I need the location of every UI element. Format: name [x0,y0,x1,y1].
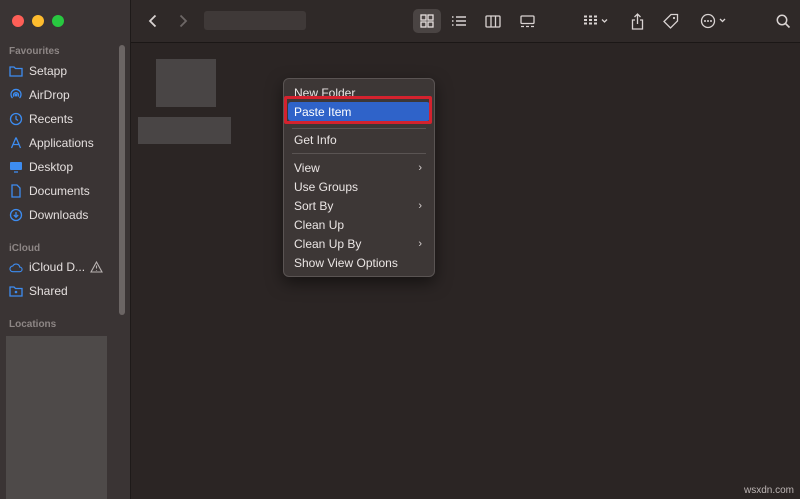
folder-icon [9,64,23,78]
back-button[interactable] [143,9,163,33]
forward-button[interactable] [173,9,193,33]
zoom-window-button[interactable] [52,15,64,27]
sidebar-item-airdrop[interactable]: AirDrop [9,84,70,106]
group-by-button[interactable] [579,9,613,33]
shared-folder-icon [9,284,23,298]
window-title-redacted [204,11,306,30]
sidebar: Favourites Setapp AirDrop Recents Applic… [0,0,131,499]
sidebar-item-documents[interactable]: Documents [9,180,90,202]
chevron-right-icon: › [418,237,422,250]
sidebar-item-label: Documents [29,184,90,198]
share-icon [631,12,643,30]
section-label-icloud: iCloud [9,243,41,254]
menu-item-sort-by[interactable]: Sort By › [288,196,430,215]
more-actions-button[interactable] [697,9,731,33]
applications-icon [9,136,23,150]
search-button[interactable] [771,9,795,33]
sidebar-scrollbar[interactable] [119,45,125,315]
grid-icon [420,14,434,28]
gallery-view-button[interactable] [513,9,541,33]
sidebar-item-label: Setapp [29,64,68,78]
chevron-right-icon: › [418,199,422,212]
toolbar [131,0,800,43]
sidebar-item-label: Shared [29,284,68,298]
menu-item-clean-up[interactable]: Clean Up [288,215,430,234]
share-button[interactable] [625,9,649,33]
sidebar-item-label: iCloud D... [29,260,86,274]
clock-icon [9,112,23,126]
group-grid-icon [584,15,608,25]
file-label-redacted [138,117,231,144]
sidebar-item-applications[interactable]: Applications [9,132,94,154]
annotation-highlight-box [284,96,432,124]
tag-icon [663,13,679,29]
cloud-icon [9,260,23,274]
columns-icon [485,14,501,28]
sidebar-item-icloud-drive[interactable]: iCloud D... [9,256,103,278]
icon-view-button[interactable] [413,9,441,33]
menu-item-label: View [294,160,320,175]
menu-item-label: Clean Up [294,217,345,232]
column-view-button[interactable] [479,9,507,33]
sidebar-item-desktop[interactable]: Desktop [9,156,73,178]
airdrop-icon [9,88,23,102]
back-icon [148,14,157,28]
sidebar-item-downloads[interactable]: Downloads [9,204,88,226]
list-icon [452,16,466,26]
sidebar-item-label: Recents [29,112,74,126]
menu-separator [292,153,426,154]
forward-icon [179,14,188,28]
menu-item-get-info[interactable]: Get Info [288,130,430,149]
document-icon [9,184,23,198]
sidebar-item-label: Downloads [29,208,89,222]
section-label-favourites: Favourites [9,46,60,57]
desktop-icon [9,160,23,174]
close-window-button[interactable] [12,15,24,27]
sidebar-item-setapp[interactable]: Setapp [9,60,67,82]
file-icon-redacted[interactable] [156,59,216,107]
menu-item-label: Clean Up By [294,236,362,251]
minimize-window-button[interactable] [32,15,44,27]
menu-item-label: Use Groups [294,179,359,194]
sidebar-item-label: Desktop [29,160,74,174]
traffic-lights [12,15,64,27]
more-icon [700,13,726,29]
menu-item-view[interactable]: View › [288,158,430,177]
menu-item-use-groups[interactable]: Use Groups [288,177,430,196]
sidebar-item-label: Applications [29,136,94,150]
sidebar-item-shared[interactable]: Shared [9,280,68,302]
list-view-button[interactable] [445,9,473,33]
menu-item-clean-up-by[interactable]: Clean Up By › [288,234,430,253]
locations-redacted [6,336,107,499]
section-label-locations: Locations [9,319,57,330]
gallery-icon [519,14,535,27]
search-icon [776,14,790,28]
chevron-right-icon: › [418,161,422,174]
sidebar-item-label: AirDrop [29,88,70,102]
tag-button[interactable] [659,9,683,33]
download-icon [9,208,23,222]
menu-item-label: Sort By [294,198,334,213]
menu-item-label: Show View Options [294,255,398,270]
menu-item-show-view-options[interactable]: Show View Options [288,253,430,272]
sidebar-item-recents[interactable]: Recents [9,108,73,130]
warning-icon [90,261,103,273]
watermark-text: wsxdn.com [743,485,794,496]
menu-item-label: Get Info [294,132,337,147]
menu-separator [292,128,426,129]
